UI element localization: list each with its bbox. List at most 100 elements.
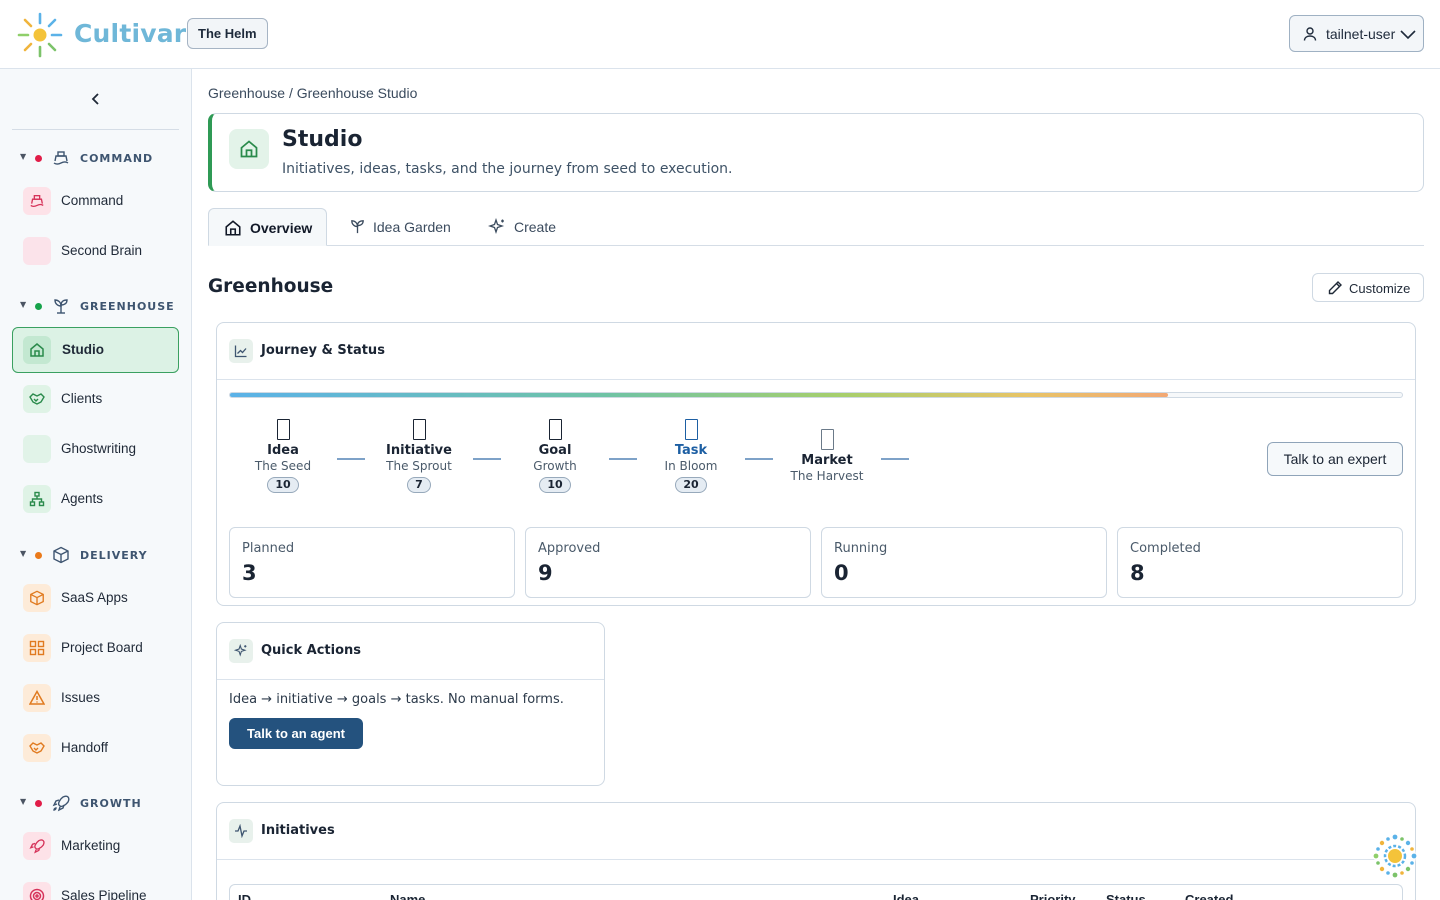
network-icon	[23, 485, 51, 513]
journey-progress-fill	[230, 393, 1168, 397]
caret-down-icon: ▼	[20, 549, 27, 558]
sidebar-item-label: Studio	[62, 342, 104, 357]
customize-button[interactable]: Customize	[1312, 273, 1424, 302]
stage-subtitle: The Harvest	[790, 469, 864, 483]
page-title: Studio	[282, 127, 363, 152]
journey-progress-bar	[229, 392, 1403, 398]
stat-label: Planned	[242, 541, 295, 556]
rocket-icon	[52, 795, 70, 812]
tab-overview[interactable]: Overview	[208, 208, 327, 246]
pencil-icon	[1328, 281, 1342, 295]
stage-task[interactable]: Task In Bloom 20	[641, 419, 741, 493]
sun-logo-icon[interactable]	[16, 11, 64, 59]
sidebar-item-command[interactable]: Command	[12, 178, 179, 224]
talk-to-agent-button[interactable]: Talk to an agent	[229, 718, 363, 749]
sidebar-item-marketing[interactable]: Marketing	[12, 823, 179, 869]
top-bar: Cultivar The Helm tailnet-user	[0, 0, 1440, 69]
stage-subtitle: Growth	[533, 459, 577, 473]
tab-label: Overview	[250, 220, 313, 236]
stage-name: Goal	[538, 443, 572, 458]
tab-idea-garden[interactable]: Idea Garden	[336, 208, 460, 246]
initiatives-panel: Initiatives ID Name Idea Priority Status…	[216, 802, 1416, 900]
stage-count-badge: 7	[407, 477, 431, 493]
rocket-icon	[23, 832, 51, 860]
column-header[interactable]: Created	[1185, 892, 1233, 900]
status-dot	[35, 552, 42, 559]
sprout-icon	[54, 299, 68, 314]
grid-icon	[23, 634, 51, 662]
user-icon	[1303, 27, 1317, 41]
caret-down-icon: ▼	[20, 797, 27, 806]
stat-value: 0	[834, 561, 849, 585]
sidebar: ▼ COMMAND Command Second Brain ▼ GREENHO…	[0, 69, 192, 900]
sidebar-item-label: SaaS Apps	[61, 590, 128, 605]
brand-name[interactable]: Cultivar	[74, 19, 186, 48]
sidebar-item-ghostwriting[interactable]: Ghostwriting	[12, 426, 179, 472]
stage-count-badge: 10	[539, 477, 571, 493]
breadcrumb[interactable]: Greenhouse / Greenhouse Studio	[208, 85, 417, 101]
sidebar-item-label: Issues	[61, 690, 101, 705]
status-dot	[35, 303, 42, 310]
column-header[interactable]: Status	[1106, 892, 1146, 900]
chevron-left-icon[interactable]	[88, 91, 104, 107]
talk-to-expert-button[interactable]: Talk to an expert	[1267, 442, 1403, 476]
stat-value: 9	[538, 561, 553, 585]
stage-name: Initiative	[386, 443, 452, 458]
stage-subtitle: The Sprout	[386, 459, 452, 473]
caret-down-icon: ▼	[20, 152, 27, 161]
stage-count-badge: 20	[675, 477, 707, 493]
page-header-card: Studio Initiatives, ideas, tasks, and th…	[208, 113, 1424, 192]
sidebar-item-project-board[interactable]: Project Board	[12, 625, 179, 671]
sidebar-item-label: Clients	[61, 391, 103, 406]
tab-label: Idea Garden	[373, 219, 451, 235]
stage-connector	[881, 458, 909, 460]
column-header[interactable]: ID	[238, 892, 251, 900]
status-dot	[35, 155, 42, 162]
sprout-icon	[351, 220, 364, 234]
column-header[interactable]: Idea	[893, 892, 919, 900]
sidebar-item-label: Command	[61, 193, 124, 208]
sidebar-item-sales-pipeline[interactable]: Sales Pipeline	[12, 873, 179, 900]
ship-icon	[53, 151, 69, 165]
tab-create[interactable]: Create	[476, 208, 566, 246]
column-header[interactable]: Priority	[1030, 892, 1076, 900]
tab-bar: Overview Idea Garden Create	[208, 208, 1424, 246]
workspace-button[interactable]: The Helm	[187, 18, 268, 49]
ship-icon	[23, 187, 51, 215]
panel-title: Initiatives	[261, 823, 335, 838]
sidebar-item-issues[interactable]: Issues	[12, 675, 179, 721]
stage-connector	[337, 458, 365, 460]
stage-initiative[interactable]: Initiative The Sprout 7	[369, 419, 469, 493]
sidebar-item-label: Project Board	[61, 640, 143, 655]
sidebar-section-title: DELIVERY	[80, 549, 148, 562]
stage-icon	[548, 419, 562, 440]
stage-idea[interactable]: Idea The Seed 10	[233, 419, 333, 493]
sidebar-item-studio[interactable]: Studio	[12, 327, 179, 373]
stage-goal[interactable]: Goal Growth 10	[505, 419, 605, 493]
panel-header: Quick Actions	[217, 623, 604, 680]
column-header[interactable]: Name	[390, 892, 425, 900]
sidebar-item-clients[interactable]: Clients	[12, 376, 179, 422]
stat-card-running: Running 0	[821, 527, 1107, 598]
sidebar-item-saas-apps[interactable]: SaaS Apps	[12, 575, 179, 621]
sidebar-item-second-brain[interactable]: Second Brain	[12, 228, 179, 274]
home-icon	[229, 129, 269, 169]
stage-market[interactable]: Market The Harvest	[777, 429, 877, 483]
stat-label: Approved	[538, 541, 601, 556]
sidebar-section-title: GREENHOUSE	[80, 300, 175, 313]
home-icon	[225, 220, 241, 236]
stage-connector	[609, 458, 637, 460]
sidebar-item-agents[interactable]: Agents	[12, 476, 179, 522]
customize-label: Customize	[1349, 281, 1411, 296]
stage-icon	[276, 419, 290, 440]
sidebar-item-handoff[interactable]: Handoff	[12, 725, 179, 771]
stage-connector	[473, 458, 501, 460]
section-title: Greenhouse	[208, 276, 334, 297]
sidebar-divider	[12, 129, 179, 130]
stat-card-approved: Approved 9	[525, 527, 811, 598]
assistant-sun-icon[interactable]	[1372, 833, 1418, 879]
stage-subtitle: The Seed	[254, 459, 312, 473]
sidebar-item-label: Second Brain	[61, 243, 143, 258]
user-menu-button[interactable]: tailnet-user	[1289, 15, 1424, 52]
package-icon	[23, 584, 51, 612]
